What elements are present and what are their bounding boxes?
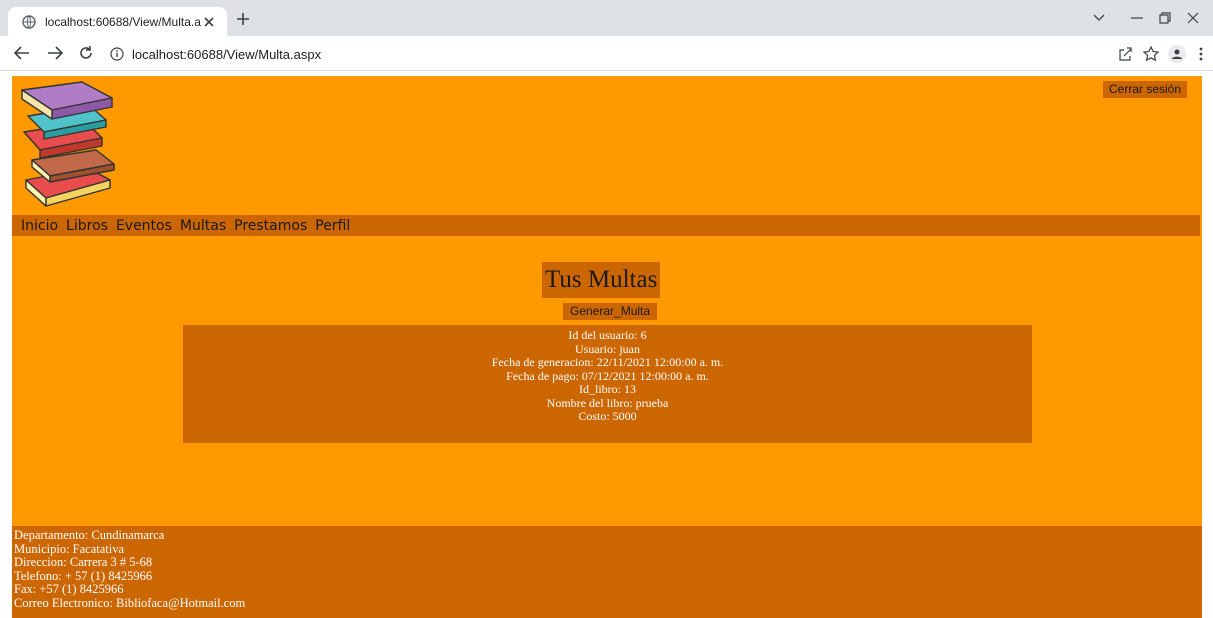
forward-icon[interactable] — [46, 44, 64, 62]
fine-user: Usuario: juan — [575, 341, 640, 356]
browser-tab[interactable]: localhost:60688/View/Multa.aspx — [8, 7, 227, 36]
logout-button[interactable]: Cerrar sesión — [1103, 81, 1188, 98]
footer-line: Telefono: + 57 (1) 8425966 — [14, 568, 153, 583]
browser-tab-bar: localhost:60688/View/Multa.aspx — [0, 0, 1213, 36]
back-icon[interactable] — [13, 44, 31, 62]
tab-title: localhost:60688/View/Multa.aspx — [45, 14, 201, 29]
browser-toolbar: localhost:60688/View/Multa.aspx — [0, 36, 1213, 71]
star-icon[interactable] — [1142, 45, 1160, 63]
profile-icon[interactable] — [1168, 45, 1186, 63]
fine-paid-date: Fecha de pago: 07/12/2021 12:00:00 a. m. — [506, 368, 709, 383]
kebab-menu-icon[interactable] — [1192, 45, 1210, 63]
main-menu: Inicio Libros Eventos Multas Prestamos P… — [12, 215, 1200, 236]
address-bar[interactable]: localhost:60688/View/Multa.aspx — [106, 43, 1106, 65]
info-icon[interactable] — [110, 47, 124, 61]
fine-book-name: Nombre del libro: prueba — [546, 395, 669, 410]
minimize-icon[interactable] — [1127, 9, 1147, 27]
close-window-icon[interactable] — [1183, 9, 1203, 27]
menu-item-libros[interactable]: Libros — [66, 218, 108, 234]
fine-generated-date: Fecha de generacion: 22/11/2021 12:00:00… — [491, 355, 724, 369]
generate-fine-button[interactable]: Generar_Multa — [563, 303, 658, 320]
url-text: localhost:60688/View/Multa.aspx — [132, 46, 322, 62]
close-icon[interactable] — [201, 14, 217, 30]
restore-icon[interactable] — [1155, 9, 1175, 27]
menu-item-multas[interactable]: Multas — [180, 218, 226, 234]
menu-item-perfil[interactable]: Perfil — [315, 218, 350, 234]
plus-icon[interactable] — [234, 10, 252, 28]
site-footer: Departamento: Cundinamarca Municipio: Fa… — [12, 526, 1202, 618]
footer-line: Departamento: Cundinamarca — [14, 528, 165, 542]
fine-card: Id del usuario: 6 Usuario: juan Fecha de… — [183, 325, 1032, 443]
fine-user-id: Id del usuario: 6 — [568, 328, 647, 342]
globe-icon — [22, 14, 36, 29]
menu-item-prestamos[interactable]: Prestamos — [234, 218, 307, 234]
footer-line: Fax: +57 (1) 8425966 — [14, 582, 124, 597]
page-viewport: Cerrar sesión Inicio Libros Eventos Mult… — [0, 71, 1213, 618]
footer-line: Municipio: Facatativa — [14, 541, 125, 556]
reload-icon[interactable] — [77, 44, 95, 62]
menu-item-eventos[interactable]: Eventos — [116, 218, 172, 234]
share-icon[interactable] — [1116, 45, 1134, 63]
site-container: Cerrar sesión Inicio Libros Eventos Mult… — [12, 76, 1202, 618]
page-title: Tus Multas — [542, 262, 661, 298]
menu-item-inicio[interactable]: Inicio — [21, 218, 58, 234]
books-logo — [18, 80, 128, 207]
footer-line: Correo Electronico: Bibliofaca@Hotmail.c… — [14, 595, 246, 610]
chevron-down-icon[interactable] — [1089, 9, 1109, 27]
fine-book-id: Id_libro: 13 — [579, 382, 636, 396]
footer-line: Direccion: Carrera 3 # 5-68 — [14, 555, 153, 570]
fine-cost: Costo: 5000 — [578, 409, 637, 423]
